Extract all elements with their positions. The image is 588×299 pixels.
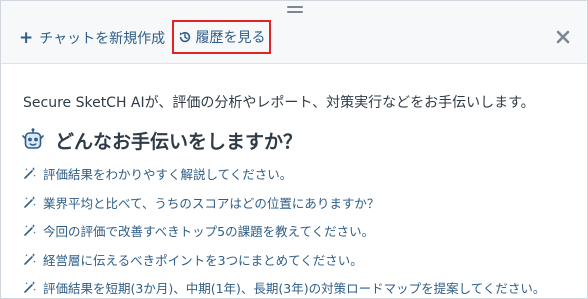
assistant-panel: + チャットを新規作成 履歴を見る Secure SketCH AIが、評価の分…	[0, 0, 588, 299]
close-button[interactable]	[554, 28, 572, 46]
history-label: 履歴を見る	[195, 30, 266, 46]
magic-wand-icon	[24, 167, 36, 179]
close-icon	[556, 30, 570, 44]
history-button[interactable]: 履歴を見る	[172, 20, 271, 54]
plus-icon: +	[19, 27, 34, 48]
new-chat-label: チャットを新規作成	[39, 31, 166, 47]
new-chat-button[interactable]: + チャットを新規作成	[19, 27, 165, 49]
suggestion-item[interactable]: 今回の評価で改善すべきトップ5の課題を教えてください。	[23, 221, 374, 239]
suggestion-item[interactable]: 経営層に伝えるべきポイントを3つにまとめてください。	[23, 250, 363, 268]
suggestion-item[interactable]: 業界平均と比べて、うちのスコアはどの位置にありますか？	[23, 193, 379, 211]
suggestion-text: 今回の評価で改善すべきトップ5の課題を教えてください。	[43, 223, 375, 239]
magic-wand-icon	[24, 281, 36, 293]
magic-wand-icon	[24, 224, 36, 236]
help-heading-text: どんなお手伝いをしますか？	[55, 130, 303, 153]
suggestion-text: 業界平均と比べて、うちのスコアはどの位置にありますか？	[43, 195, 380, 211]
suggestion-text: 評価結果を短期(3か月)、中期(1年)、長期(3年)の対策ロードマップを提案して…	[43, 280, 546, 296]
suggestion-text: 評価結果をわかりやすく解説してください。	[43, 166, 293, 182]
panel-header: + チャットを新規作成 履歴を見る	[1, 1, 587, 64]
suggestion-item[interactable]: 評価結果をわかりやすく解説してください。	[23, 164, 292, 182]
help-heading: どんなお手伝いをしますか？	[21, 127, 302, 153]
magic-wand-icon	[24, 196, 36, 208]
suggestion-item[interactable]: 評価結果を短期(3か月)、中期(1年)、長期(3年)の対策ロードマップを提案して…	[23, 278, 545, 296]
intro-text: Secure SketCH AIが、評価の分析やレポート、対策実行などをお手伝い…	[23, 95, 535, 111]
history-icon	[179, 31, 190, 43]
drag-handle-icon[interactable]	[287, 6, 303, 14]
magic-wand-icon	[24, 253, 36, 265]
robot-icon	[22, 128, 44, 149]
suggestion-text: 経営層に伝えるべきポイントを3つにまとめてください。	[43, 252, 363, 268]
